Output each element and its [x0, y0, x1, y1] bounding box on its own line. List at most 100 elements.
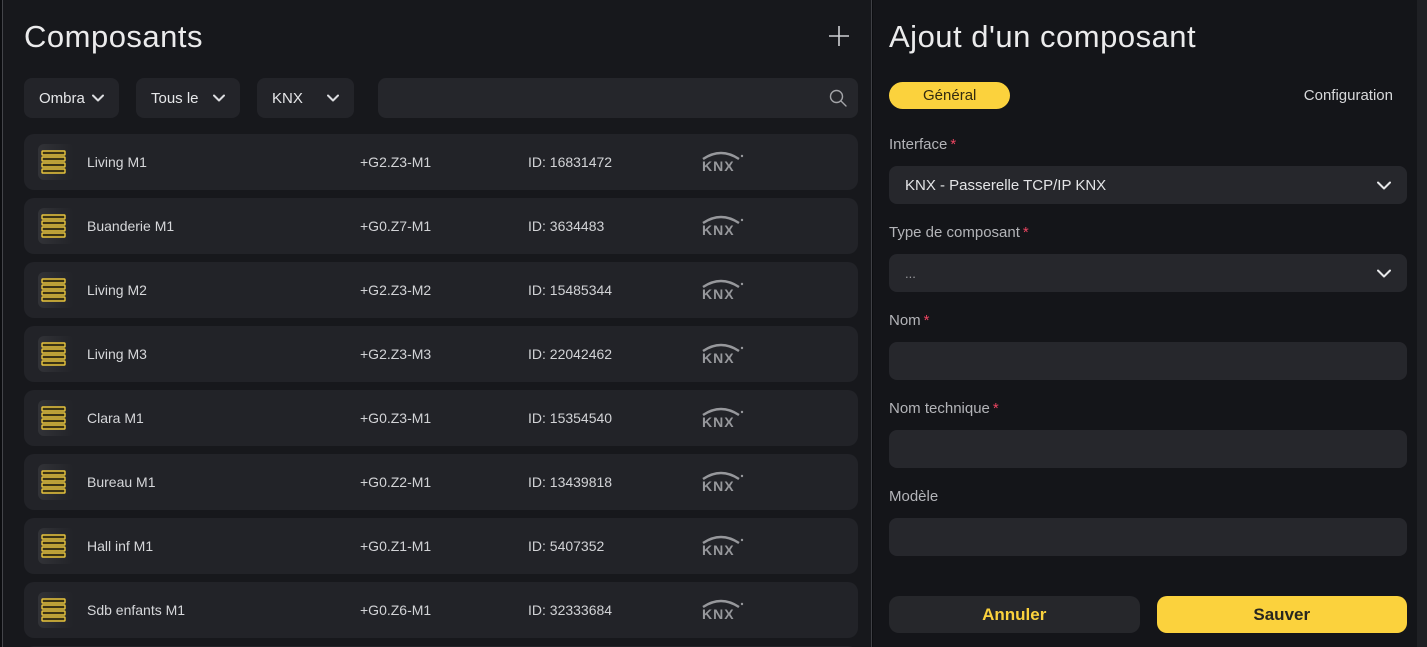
filter-dropdown-tous-le[interactable]: Tous le	[136, 78, 240, 118]
shutter-icon	[38, 144, 74, 180]
list-item[interactable]: Living M1 +G2.Z3-M1 ID: 16831472 KNX	[24, 134, 858, 190]
required-asterisk: *	[1023, 224, 1029, 241]
add-component-button[interactable]	[822, 19, 856, 56]
component-id: ID: 15485344	[528, 282, 699, 298]
component-code: +G0.Z3-M1	[360, 410, 528, 426]
chevron-down-icon	[327, 94, 339, 102]
svg-text:KNX: KNX	[702, 478, 735, 494]
modele-input[interactable]	[889, 518, 1407, 556]
component-name: Hall inf M1	[87, 538, 360, 554]
component-name: Bureau M1	[87, 474, 360, 490]
shutter-icon	[38, 272, 74, 308]
component-code: +G0.Z2-M1	[360, 474, 528, 490]
filter-bar: Ombra Tous le KNX	[24, 78, 858, 118]
component-list: Living M1 +G2.Z3-M1 ID: 16831472 KNX	[24, 134, 858, 647]
field-nom-technique: Nom technique*	[889, 400, 1407, 468]
nom-technique-input[interactable]	[889, 430, 1407, 468]
knx-logo: KNX	[699, 341, 745, 367]
knx-logo: KNX	[699, 277, 745, 303]
svg-text:KNX: KNX	[702, 542, 735, 558]
knx-logo: KNX	[699, 533, 745, 559]
shutter-icon	[38, 208, 74, 244]
list-item[interactable]: Bureau M1 +G0.Z2-M1 ID: 13439818 KNX	[24, 454, 858, 510]
knx-logo: KNX	[699, 149, 745, 175]
type-select-value: ...	[905, 266, 916, 281]
filter-label: Tous le	[151, 90, 199, 107]
shutter-icon	[38, 336, 74, 372]
component-name: Sdb enfants M1	[87, 602, 360, 618]
search-input[interactable]	[378, 78, 858, 118]
filter-label: Ombra	[39, 90, 85, 107]
list-item[interactable]: Buanderie M1 +G0.Z7-M1 ID: 3634483 KNX	[24, 198, 858, 254]
component-code: +G2.Z3-M2	[360, 282, 528, 298]
interface-select[interactable]: KNX - Passerelle TCP/IP KNX	[889, 166, 1407, 204]
components-panel: Composants Ombra Tous le KNX	[2, 0, 872, 647]
tab-general[interactable]: Général	[889, 82, 1010, 109]
component-id: ID: 16831472	[528, 154, 699, 170]
required-asterisk: *	[924, 312, 930, 329]
field-nom: Nom*	[889, 312, 1407, 380]
search-icon	[828, 88, 848, 113]
chevron-down-icon	[1377, 269, 1391, 278]
nom-input[interactable]	[889, 342, 1407, 380]
component-name: Living M3	[87, 346, 360, 362]
knx-logo: KNX	[699, 213, 745, 239]
shutter-icon	[38, 528, 74, 564]
save-button[interactable]: Sauver	[1157, 596, 1408, 633]
required-asterisk: *	[993, 400, 999, 417]
component-id: ID: 13439818	[528, 474, 699, 490]
svg-text:KNX: KNX	[702, 222, 735, 238]
component-id: ID: 3634483	[528, 218, 699, 234]
panel-title: Ajout d'un composant	[889, 19, 1196, 55]
field-modele: Modèle	[889, 488, 1407, 556]
component-id: ID: 15354540	[528, 410, 699, 426]
tab-configuration[interactable]: Configuration	[1304, 87, 1393, 104]
type-select[interactable]: ...	[889, 254, 1407, 292]
nom-technique-label: Nom technique*	[889, 400, 1407, 417]
required-asterisk: *	[950, 136, 956, 153]
chevron-down-icon	[1377, 181, 1391, 190]
filter-label: KNX	[272, 90, 303, 107]
svg-text:KNX: KNX	[702, 606, 735, 622]
svg-text:KNX: KNX	[702, 286, 735, 302]
nom-label: Nom*	[889, 312, 1407, 329]
tabs: Général Configuration	[889, 81, 1407, 109]
add-component-panel: Ajout d'un composant Général Configurati…	[873, 0, 1417, 647]
scrollbar-track[interactable]	[1417, 0, 1427, 647]
knx-logo: KNX	[699, 469, 745, 495]
svg-text:KNX: KNX	[702, 414, 735, 430]
component-name: Buanderie M1	[87, 218, 360, 234]
list-item[interactable]: Clara M1 +G0.Z3-M1 ID: 15354540 KNX	[24, 390, 858, 446]
list-item[interactable]: Living M2 +G2.Z3-M2 ID: 15485344 KNX	[24, 262, 858, 318]
interface-label: Interface*	[889, 136, 1407, 153]
svg-text:KNX: KNX	[702, 158, 735, 174]
list-item[interactable]: Living M3 +G2.Z3-M3 ID: 22042462 KNX	[24, 326, 858, 382]
filter-dropdown-ombra[interactable]: Ombra	[24, 78, 119, 118]
component-id: ID: 22042462	[528, 346, 699, 362]
add-component-form: Interface* KNX - Passerelle TCP/IP KNX T…	[889, 136, 1407, 633]
field-type: Type de composant* ...	[889, 224, 1407, 292]
list-item[interactable]: Sdb enfants M1 +G0.Z6-M1 ID: 32333684 KN…	[24, 582, 858, 638]
component-id: ID: 5407352	[528, 538, 699, 554]
component-code: +G0.Z1-M1	[360, 538, 528, 554]
search-container	[378, 78, 858, 118]
component-code: +G0.Z7-M1	[360, 218, 528, 234]
list-item[interactable]: Hall inf M1 +G0.Z1-M1 ID: 5407352 KNX	[24, 518, 858, 574]
component-code: +G2.Z3-M1	[360, 154, 528, 170]
plus-icon	[826, 23, 852, 49]
components-header: Composants	[24, 16, 858, 58]
knx-logo: KNX	[699, 597, 745, 623]
svg-text:KNX: KNX	[702, 350, 735, 366]
component-code: +G2.Z3-M3	[360, 346, 528, 362]
component-name: Living M1	[87, 154, 360, 170]
cancel-button[interactable]: Annuler	[889, 596, 1140, 633]
filter-dropdown-knx[interactable]: KNX	[257, 78, 354, 118]
component-name: Living M2	[87, 282, 360, 298]
page-title: Composants	[24, 19, 203, 55]
shutter-icon	[38, 400, 74, 436]
component-name: Clara M1	[87, 410, 360, 426]
form-actions: Annuler Sauver	[889, 596, 1407, 633]
chevron-down-icon	[92, 94, 104, 102]
chevron-down-icon	[213, 94, 225, 102]
interface-select-value: KNX - Passerelle TCP/IP KNX	[905, 177, 1106, 194]
